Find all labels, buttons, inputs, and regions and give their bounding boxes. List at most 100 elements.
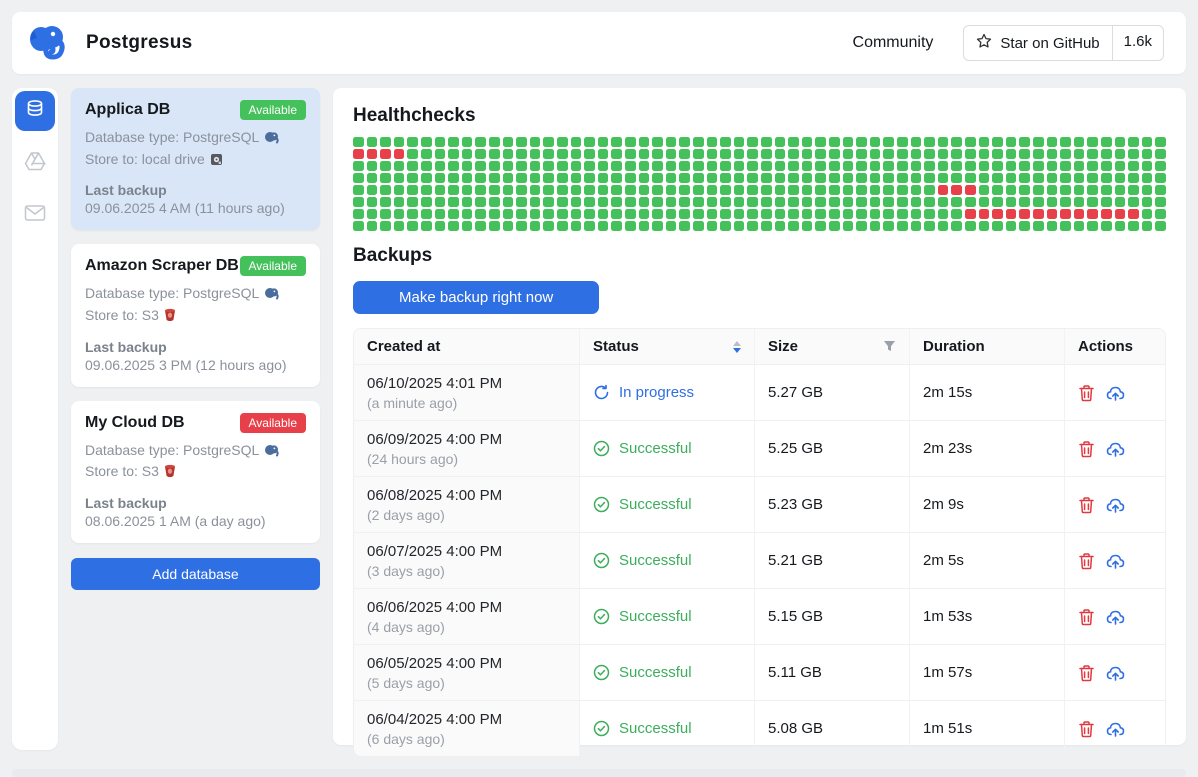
healthcheck-cell-ok[interactable]: [924, 173, 935, 183]
healthcheck-cell-ok[interactable]: [720, 137, 731, 147]
healthcheck-cell-ok[interactable]: [747, 137, 758, 147]
healthcheck-cell-ok[interactable]: [856, 173, 867, 183]
healthcheck-cell-ok[interactable]: [734, 173, 745, 183]
healthcheck-cell-ok[interactable]: [815, 149, 826, 159]
healthcheck-cell-ok[interactable]: [1047, 221, 1058, 231]
healthcheck-cell-ok[interactable]: [693, 161, 704, 171]
healthcheck-cell-ok[interactable]: [951, 137, 962, 147]
healthcheck-cell-ok[interactable]: [1128, 161, 1139, 171]
healthcheck-cell-ok[interactable]: [639, 221, 650, 231]
healthcheck-cell-ok[interactable]: [1128, 149, 1139, 159]
healthcheck-cell-ok[interactable]: [1101, 149, 1112, 159]
healthcheck-cell-ok[interactable]: [353, 137, 364, 147]
healthcheck-cell-ok[interactable]: [829, 197, 840, 207]
healthcheck-cell-ok[interactable]: [407, 173, 418, 183]
healthcheck-cell-ok[interactable]: [938, 149, 949, 159]
healthcheck-cell-ok[interactable]: [1155, 161, 1166, 171]
healthcheck-cell-ok[interactable]: [951, 197, 962, 207]
healthcheck-cell-ok[interactable]: [897, 221, 908, 231]
healthcheck-cell-ok[interactable]: [951, 149, 962, 159]
healthcheck-cell-ok[interactable]: [924, 185, 935, 195]
healthcheck-cell-ok[interactable]: [870, 173, 881, 183]
healthcheck-cell-ok[interactable]: [1060, 137, 1071, 147]
healthcheck-cell-ok[interactable]: [543, 185, 554, 195]
healthcheck-cell-ok[interactable]: [829, 161, 840, 171]
healthcheck-cell-ok[interactable]: [1115, 221, 1126, 231]
healthcheck-cell-failed[interactable]: [394, 149, 405, 159]
healthcheck-cell-ok[interactable]: [720, 173, 731, 183]
healthcheck-cell-ok[interactable]: [992, 137, 1003, 147]
healthcheck-cell-ok[interactable]: [652, 221, 663, 231]
healthcheck-cell-ok[interactable]: [639, 149, 650, 159]
healthcheck-cell-ok[interactable]: [856, 161, 867, 171]
healthcheck-cell-ok[interactable]: [1101, 137, 1112, 147]
healthcheck-cell-ok[interactable]: [380, 137, 391, 147]
healthcheck-cell-ok[interactable]: [1128, 173, 1139, 183]
healthcheck-cell-ok[interactable]: [353, 161, 364, 171]
healthcheck-cell-ok[interactable]: [761, 209, 772, 219]
healthcheck-cell-ok[interactable]: [530, 221, 541, 231]
healthcheck-cell-ok[interactable]: [394, 197, 405, 207]
healthcheck-cell-ok[interactable]: [911, 197, 922, 207]
healthcheck-cell-failed[interactable]: [992, 209, 1003, 219]
healthcheck-cell-ok[interactable]: [462, 221, 473, 231]
healthcheck-cell-ok[interactable]: [788, 221, 799, 231]
healthcheck-cell-ok[interactable]: [693, 173, 704, 183]
community-link[interactable]: Community: [853, 34, 934, 52]
healthcheck-cell-ok[interactable]: [543, 149, 554, 159]
healthcheck-cell-ok[interactable]: [1060, 221, 1071, 231]
healthcheck-cell-ok[interactable]: [367, 209, 378, 219]
healthcheck-cell-ok[interactable]: [598, 161, 609, 171]
healthcheck-cell-ok[interactable]: [666, 137, 677, 147]
healthcheck-cell-ok[interactable]: [462, 197, 473, 207]
restore-backup-button[interactable]: [1106, 552, 1125, 570]
healthcheck-cell-ok[interactable]: [611, 185, 622, 195]
healthcheck-cell-ok[interactable]: [734, 149, 745, 159]
healthcheck-cell-ok[interactable]: [883, 197, 894, 207]
column-header-status[interactable]: Status: [580, 329, 755, 364]
healthcheck-cell-ok[interactable]: [421, 221, 432, 231]
restore-backup-button[interactable]: [1106, 384, 1125, 402]
healthcheck-cell-ok[interactable]: [883, 185, 894, 195]
healthcheck-cell-ok[interactable]: [1101, 173, 1112, 183]
healthcheck-cell-ok[interactable]: [1047, 161, 1058, 171]
healthcheck-cell-ok[interactable]: [870, 149, 881, 159]
healthcheck-cell-ok[interactable]: [639, 173, 650, 183]
database-card[interactable]: Amazon Scraper DBAvailableDatabase type:…: [71, 244, 320, 386]
healthcheck-cell-ok[interactable]: [1033, 185, 1044, 195]
healthcheck-cell-ok[interactable]: [462, 137, 473, 147]
healthcheck-cell-ok[interactable]: [367, 185, 378, 195]
healthcheck-cell-ok[interactable]: [938, 161, 949, 171]
healthcheck-cell-ok[interactable]: [421, 161, 432, 171]
healthcheck-cell-ok[interactable]: [367, 197, 378, 207]
healthcheck-cell-ok[interactable]: [924, 209, 935, 219]
healthcheck-cell-ok[interactable]: [843, 137, 854, 147]
healthcheck-cell-ok[interactable]: [516, 197, 527, 207]
healthcheck-cell-ok[interactable]: [1087, 185, 1098, 195]
healthcheck-cell-ok[interactable]: [775, 161, 786, 171]
delete-backup-button[interactable]: [1078, 720, 1095, 738]
healthcheck-cell-ok[interactable]: [965, 173, 976, 183]
healthcheck-cell-ok[interactable]: [679, 173, 690, 183]
healthcheck-cell-ok[interactable]: [516, 173, 527, 183]
healthcheck-cell-ok[interactable]: [938, 197, 949, 207]
healthcheck-cell-failed[interactable]: [1101, 209, 1112, 219]
healthcheck-cell-ok[interactable]: [421, 197, 432, 207]
delete-backup-button[interactable]: [1078, 440, 1095, 458]
healthcheck-cell-ok[interactable]: [516, 161, 527, 171]
healthcheck-cell-ok[interactable]: [380, 221, 391, 231]
healthcheck-cell-ok[interactable]: [1047, 173, 1058, 183]
healthcheck-cell-ok[interactable]: [802, 137, 813, 147]
healthcheck-cell-ok[interactable]: [1006, 185, 1017, 195]
healthcheck-cell-ok[interactable]: [829, 137, 840, 147]
healthcheck-cell-ok[interactable]: [815, 137, 826, 147]
healthcheck-cell-ok[interactable]: [516, 137, 527, 147]
healthcheck-cell-ok[interactable]: [720, 149, 731, 159]
healthcheck-cell-ok[interactable]: [788, 185, 799, 195]
healthcheck-cell-ok[interactable]: [557, 149, 568, 159]
healthcheck-cell-ok[interactable]: [557, 197, 568, 207]
healthcheck-cell-ok[interactable]: [475, 149, 486, 159]
healthcheck-cell-ok[interactable]: [1101, 161, 1112, 171]
healthcheck-cell-ok[interactable]: [598, 173, 609, 183]
healthcheck-cell-ok[interactable]: [870, 197, 881, 207]
